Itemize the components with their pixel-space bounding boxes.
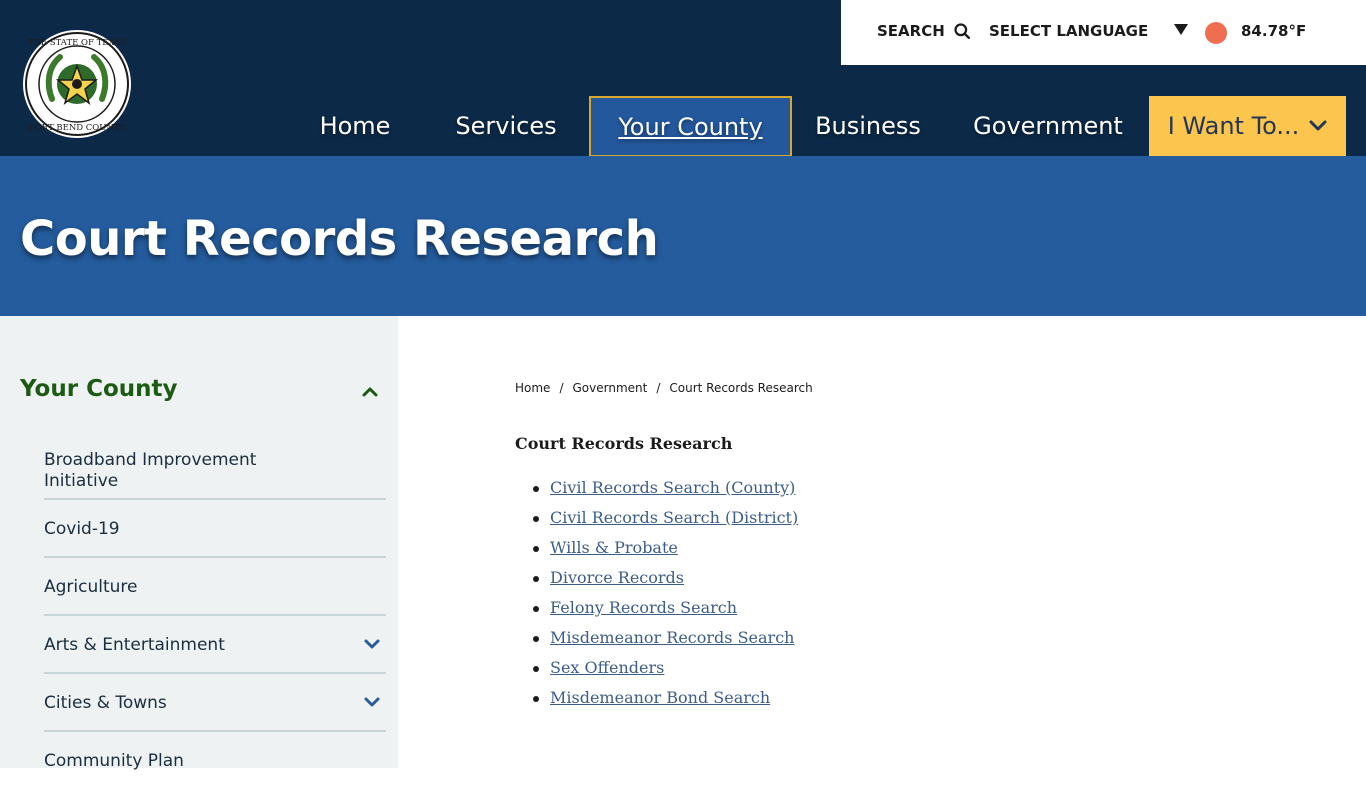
breadcrumb-home[interactable]: Home bbox=[515, 381, 550, 395]
link-sex-offenders[interactable]: Sex Offenders bbox=[550, 658, 664, 677]
svg-text:FORT BEND COUNTY: FORT BEND COUNTY bbox=[29, 123, 126, 133]
nav-business[interactable]: Business bbox=[802, 96, 934, 156]
link-civil-records-district[interactable]: Civil Records Search (District) bbox=[550, 508, 798, 527]
utility-bar: SEARCH SELECT LANGUAGE 84.78°F bbox=[841, 0, 1366, 65]
site-header: THE STATE OF TEXAS FORT BEND COUNTY SEAR… bbox=[0, 0, 1366, 157]
link-wills-probate[interactable]: Wills & Probate bbox=[550, 538, 678, 557]
link-divorce-records[interactable]: Divorce Records bbox=[550, 568, 684, 587]
nav-services[interactable]: Services bbox=[440, 96, 572, 156]
breadcrumb: Home / Government / Court Records Resear… bbox=[515, 381, 813, 395]
sidebar-item-label: Agriculture bbox=[44, 577, 138, 597]
chevron-down-icon bbox=[1309, 120, 1327, 131]
language-select[interactable]: SELECT LANGUAGE bbox=[989, 22, 1148, 40]
list-item: Civil Records Search (County) bbox=[532, 478, 798, 508]
nav-your-county[interactable]: Your County bbox=[589, 96, 792, 157]
caret-down-icon[interactable] bbox=[1174, 24, 1188, 35]
list-item: Misdemeanor Records Search bbox=[532, 628, 798, 658]
sidebar-item-label: Covid-19 bbox=[44, 519, 120, 539]
sidebar-item-arts-entertainment[interactable]: Arts & Entertainment bbox=[44, 616, 386, 674]
svg-text:THE STATE OF TEXAS: THE STATE OF TEXAS bbox=[28, 38, 127, 48]
list-item: Sex Offenders bbox=[532, 658, 798, 688]
search-icon bbox=[954, 23, 970, 39]
chevron-down-icon[interactable] bbox=[364, 639, 380, 650]
county-seal-logo[interactable]: THE STATE OF TEXAS FORT BEND COUNTY bbox=[22, 29, 132, 139]
i-want-to-button[interactable]: I Want To... bbox=[1149, 96, 1346, 156]
sidebar-item-label: Broadband Improvement Initiative bbox=[44, 450, 257, 491]
sidebar-item-label: Arts & Entertainment bbox=[44, 635, 225, 655]
list-item: Divorce Records bbox=[532, 568, 798, 598]
link-misdemeanor-records[interactable]: Misdemeanor Records Search bbox=[550, 628, 794, 647]
sidebar-title[interactable]: Your County bbox=[20, 376, 178, 402]
sun-icon bbox=[1205, 22, 1227, 44]
search-label: SEARCH bbox=[877, 22, 945, 40]
nav-home[interactable]: Home bbox=[300, 96, 410, 156]
sidebar: Your County Broadband Improvement Initia… bbox=[0, 316, 398, 771]
list-item: Felony Records Search bbox=[532, 598, 798, 628]
sidebar-item-cities-towns[interactable]: Cities & Towns bbox=[44, 674, 386, 732]
i-want-to-label: I Want To... bbox=[1167, 112, 1300, 140]
page-banner: Court Records Research bbox=[0, 156, 1366, 316]
search-button[interactable]: SEARCH bbox=[877, 22, 970, 40]
link-civil-records-county[interactable]: Civil Records Search (County) bbox=[550, 478, 795, 497]
records-link-list: Civil Records Search (County) Civil Reco… bbox=[532, 478, 798, 718]
nav-government[interactable]: Government bbox=[958, 96, 1138, 156]
link-misdemeanor-bond[interactable]: Misdemeanor Bond Search bbox=[550, 688, 770, 707]
sidebar-item-agriculture[interactable]: Agriculture bbox=[44, 558, 386, 616]
list-item: Misdemeanor Bond Search bbox=[532, 688, 798, 718]
weather-temperature: 84.78°F bbox=[1241, 22, 1307, 40]
chevron-up-icon[interactable] bbox=[362, 386, 378, 397]
breadcrumb-separator: / bbox=[656, 381, 661, 395]
sidebar-item-broadband[interactable]: Broadband Improvement Initiative bbox=[44, 442, 386, 500]
chevron-down-icon[interactable] bbox=[364, 697, 380, 708]
breadcrumb-current: Court Records Research bbox=[669, 381, 813, 395]
content-title: Court Records Research bbox=[515, 434, 733, 453]
sidebar-item-community-plan[interactable]: Community Plan bbox=[44, 732, 386, 790]
page-title: Court Records Research bbox=[20, 211, 659, 267]
breadcrumb-separator: / bbox=[559, 381, 564, 395]
sidebar-item-label: Community Plan bbox=[44, 751, 184, 771]
sidebar-item-covid-19[interactable]: Covid-19 bbox=[44, 500, 386, 558]
list-item: Wills & Probate bbox=[532, 538, 798, 568]
sidebar-item-label: Cities & Towns bbox=[44, 693, 167, 713]
link-felony-records[interactable]: Felony Records Search bbox=[550, 598, 737, 617]
list-item: Civil Records Search (District) bbox=[532, 508, 798, 538]
breadcrumb-government[interactable]: Government bbox=[572, 381, 647, 395]
